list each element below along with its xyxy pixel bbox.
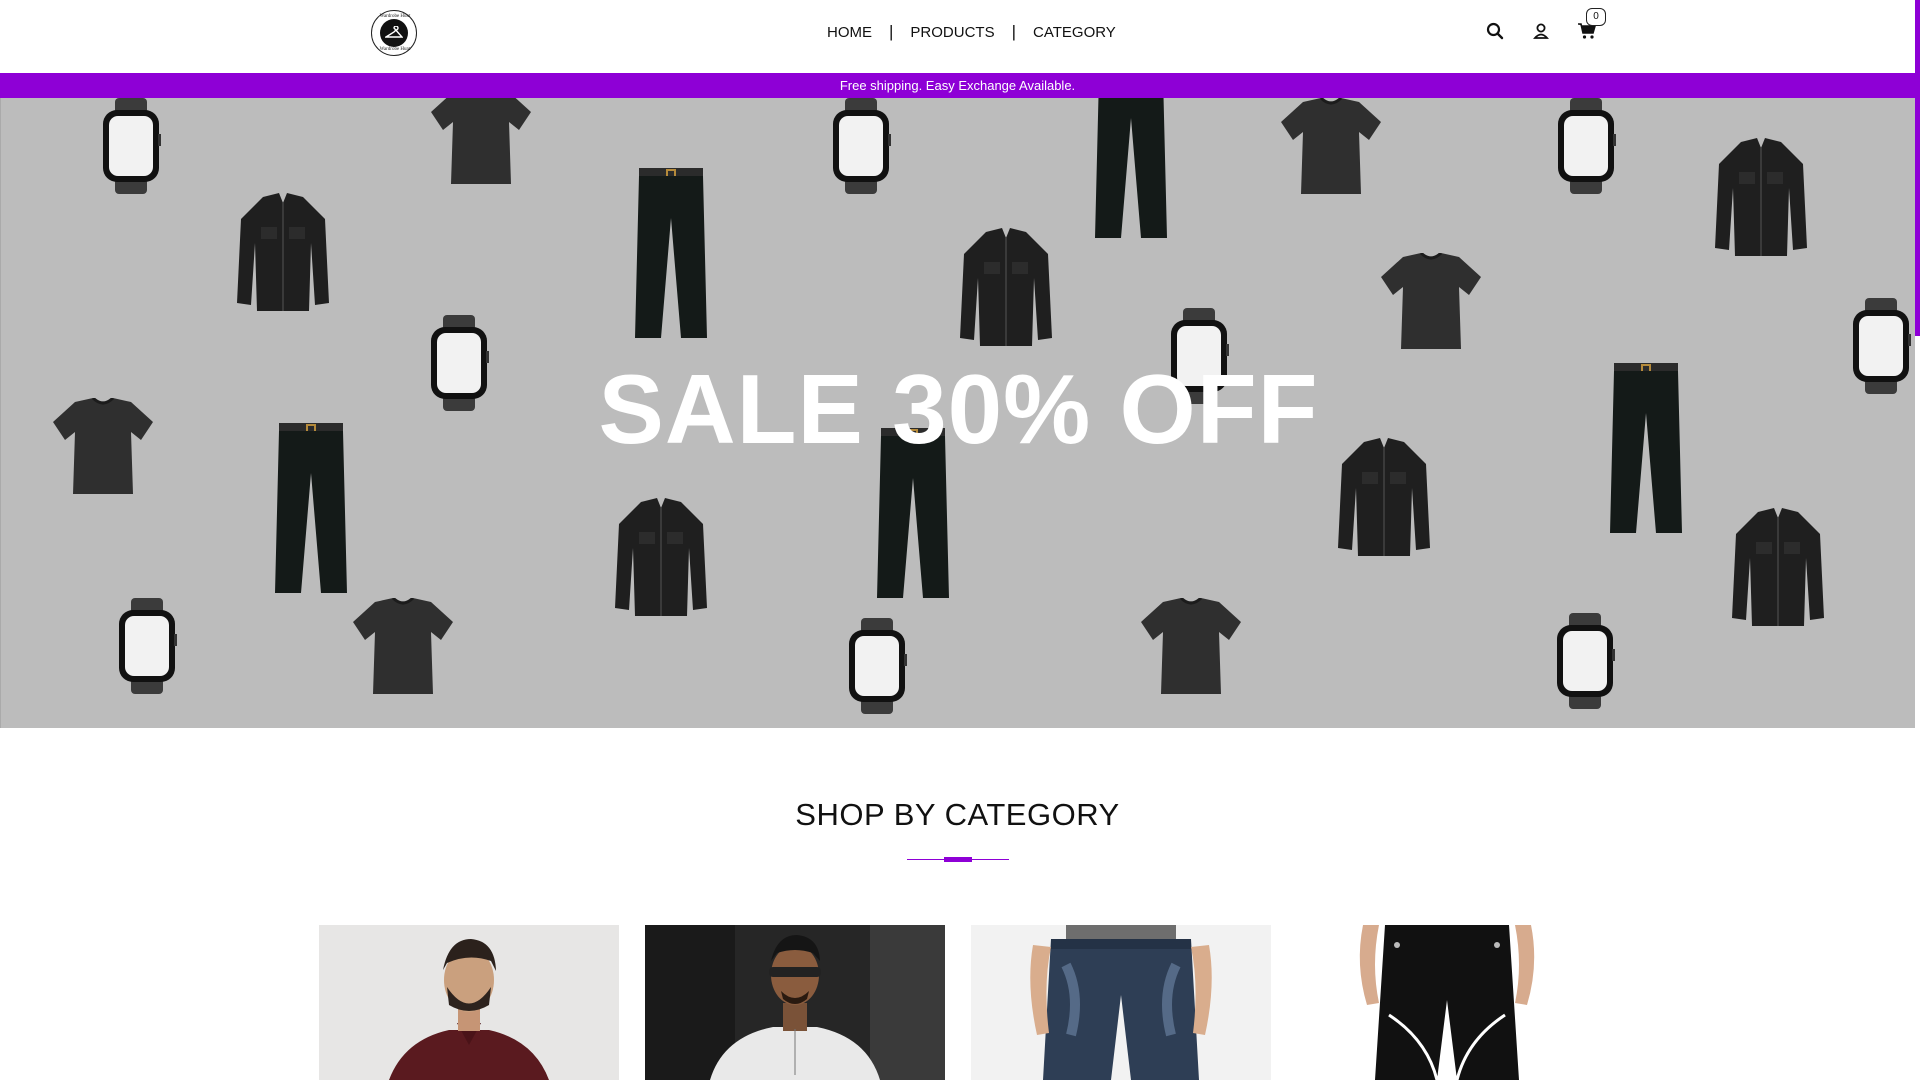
promo-bar: Free shipping. Easy Exchange Available.: [0, 73, 1915, 98]
cart-count-badge: 0: [1586, 8, 1606, 26]
watch-icon: [1557, 613, 1615, 709]
category-card-trousers[interactable]: [1297, 925, 1597, 1080]
user-icon[interactable]: [1528, 18, 1554, 44]
nav-separator: |: [889, 22, 894, 41]
category-image: [971, 925, 1271, 1080]
section-title: SHOP BY CATEGORY: [795, 797, 1120, 832]
watch-icon: [849, 618, 907, 714]
watch-icon: [833, 98, 891, 194]
tee-icon: [1381, 253, 1481, 349]
tee-icon: [1141, 598, 1241, 694]
category-card-shirts[interactable]: [319, 925, 619, 1080]
watch-icon: [103, 98, 161, 194]
watch-icon: [119, 598, 177, 694]
hero-banner[interactable]: SALE 30% OFF: [0, 98, 1915, 728]
nav-products[interactable]: PRODUCTS: [910, 24, 994, 41]
divider-accent: [944, 857, 972, 862]
search-icon[interactable]: [1482, 18, 1508, 44]
main-nav: HOME | PRODUCTS | CATEGORY: [827, 22, 1116, 42]
shirt-icon: [615, 498, 707, 616]
shirt-icon: [237, 193, 329, 311]
logo-text: Wardrobe Hunt: [379, 47, 411, 52]
category-image: [645, 925, 945, 1080]
tee-icon: [353, 598, 453, 694]
category-image: [1297, 925, 1597, 1080]
shirt-icon: [960, 228, 1052, 346]
tee-icon: [1281, 98, 1381, 194]
scrollbar-thumb[interactable]: [1915, 0, 1920, 336]
watch-icon: [1558, 98, 1616, 194]
shirt-icon: [1732, 508, 1824, 626]
category-image: [319, 925, 619, 1080]
hanger-icon: [380, 19, 408, 47]
hero-title: SALE 30% OFF: [598, 354, 1319, 464]
scrollbar[interactable]: [1915, 0, 1920, 1080]
pants-icon: [1095, 98, 1167, 238]
logo[interactable]: Wardrobe Hunt Wardrobe Hunt: [371, 10, 417, 56]
logo-text: Wardrobe Hunt: [379, 14, 411, 19]
nav-separator: |: [1011, 22, 1017, 41]
section-divider: [907, 857, 1009, 862]
site-header: Wardrobe Hunt Wardrobe Hunt HOME | PRODU…: [0, 0, 1915, 73]
nav-home[interactable]: HOME: [827, 24, 872, 41]
shirt-icon: [1715, 138, 1807, 256]
category-card-jeans[interactable]: [971, 925, 1271, 1080]
pants-icon: [635, 168, 707, 338]
tee-icon: [431, 98, 531, 184]
nav-category[interactable]: CATEGORY: [1033, 24, 1116, 41]
category-card-tshirts[interactable]: [645, 925, 945, 1080]
